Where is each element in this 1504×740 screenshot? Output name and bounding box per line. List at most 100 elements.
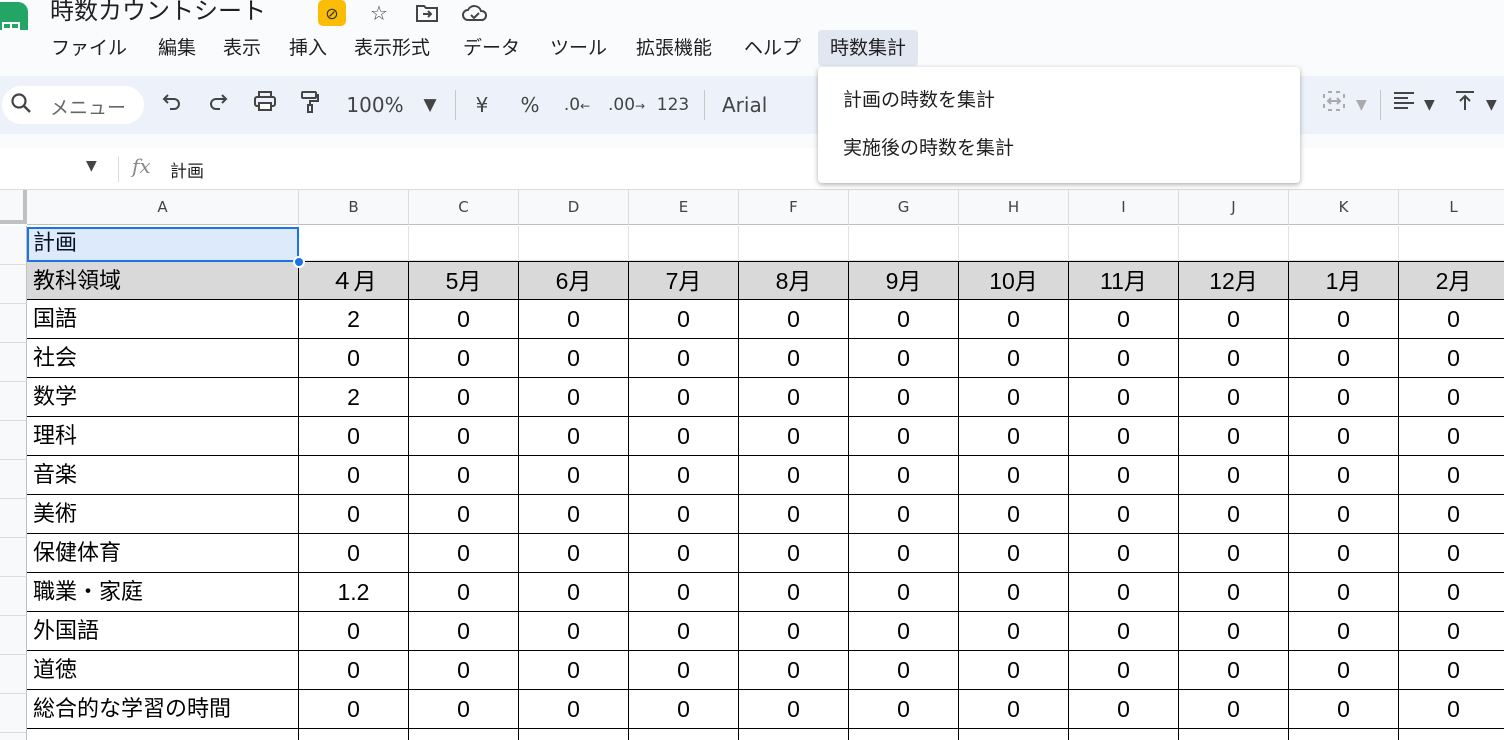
value-cell[interactable]: 0 — [629, 495, 739, 534]
menu-search[interactable]: メニュー — [2, 86, 144, 124]
value-cell[interactable]: 0 — [959, 456, 1069, 495]
row-header[interactable] — [0, 616, 27, 655]
value-cell[interactable]: 0 — [959, 651, 1069, 690]
value-cell[interactable]: 0 — [519, 378, 629, 417]
column-header-c[interactable]: C — [409, 190, 519, 225]
value-cell[interactable]: 0 — [629, 573, 739, 612]
value-cell[interactable]: 0 — [849, 456, 959, 495]
menu-edit[interactable]: 編集 — [152, 30, 202, 66]
value-cell[interactable]: 0 — [519, 573, 629, 612]
value-cell[interactable]: 0 — [849, 573, 959, 612]
value-cell[interactable]: 0 — [519, 339, 629, 378]
value-cell[interactable]: 0 — [409, 378, 519, 417]
subject-cell[interactable]: 美術 — [27, 495, 299, 534]
align-chevron-down-icon[interactable]: ▼ — [1424, 90, 1435, 120]
value-cell[interactable]: 0 — [1069, 300, 1179, 339]
row-header[interactable] — [0, 265, 27, 304]
value-cell[interactable]: 0 — [739, 495, 849, 534]
column-header-i[interactable]: I — [1069, 190, 1179, 225]
fill-handle[interactable] — [293, 256, 305, 268]
column-header-a[interactable]: A — [27, 190, 299, 225]
value-cell[interactable]: 1.2 — [299, 573, 409, 612]
value-cell[interactable]: 0 — [299, 495, 409, 534]
name-box-chevron-down-icon[interactable]: ▼ — [86, 158, 97, 174]
value-cell[interactable]: 0 — [299, 456, 409, 495]
value-cell[interactable]: 0 — [739, 612, 849, 651]
partial-row-cell[interactable] — [519, 729, 629, 740]
value-cell[interactable]: 0 — [629, 651, 739, 690]
value-cell[interactable]: 0 — [1179, 456, 1289, 495]
value-cell[interactable]: 0 — [629, 300, 739, 339]
subject-cell[interactable]: 総合的な学習の時間 — [27, 690, 299, 729]
value-cell[interactable]: 0 — [1399, 495, 1504, 534]
value-cell[interactable]: 0 — [519, 417, 629, 456]
value-cell[interactable]: 0 — [959, 690, 1069, 729]
value-cell[interactable]: 0 — [849, 378, 959, 417]
column-header-d[interactable]: D — [519, 190, 629, 225]
partial-row-cell[interactable] — [959, 729, 1069, 740]
row-header[interactable] — [0, 577, 27, 616]
value-cell[interactable]: 0 — [849, 651, 959, 690]
value-cell[interactable]: 0 — [1399, 612, 1504, 651]
zoom-select[interactable]: 100% — [344, 90, 406, 120]
partial-row-cell[interactable] — [849, 729, 959, 740]
value-cell[interactable]: 2 — [299, 300, 409, 339]
cell-empty[interactable] — [959, 226, 1069, 261]
partial-row-cell[interactable] — [1289, 729, 1399, 740]
header-cell[interactable]: 6月 — [519, 261, 629, 300]
value-cell[interactable]: 0 — [739, 690, 849, 729]
cloud-off-badge-icon[interactable]: ⊘ — [318, 0, 346, 26]
value-cell[interactable]: 0 — [1289, 651, 1399, 690]
value-cell[interactable]: 0 — [409, 573, 519, 612]
value-cell[interactable]: 0 — [409, 417, 519, 456]
cell-empty[interactable] — [1289, 226, 1399, 261]
column-header-b[interactable]: B — [299, 190, 409, 225]
value-cell[interactable]: 0 — [1179, 378, 1289, 417]
value-cell[interactable]: 0 — [1399, 456, 1504, 495]
menu-file[interactable]: ファイル — [45, 30, 133, 66]
value-cell[interactable]: 0 — [409, 339, 519, 378]
vertical-align-icon[interactable] — [1454, 90, 1476, 120]
value-cell[interactable]: 0 — [1179, 495, 1289, 534]
value-cell[interactable]: 0 — [1179, 339, 1289, 378]
header-cell[interactable]: 2月 — [1399, 261, 1504, 300]
subject-cell[interactable]: 職業・家庭 — [27, 573, 299, 612]
document-title[interactable]: 時数カウントシート — [50, 0, 266, 26]
value-cell[interactable]: 0 — [519, 456, 629, 495]
value-cell[interactable]: 0 — [409, 612, 519, 651]
value-cell[interactable]: 0 — [1069, 495, 1179, 534]
value-cell[interactable]: 0 — [299, 339, 409, 378]
value-cell[interactable]: 0 — [519, 534, 629, 573]
value-cell[interactable]: 0 — [409, 456, 519, 495]
value-cell[interactable]: 0 — [959, 417, 1069, 456]
value-cell[interactable]: 0 — [849, 612, 959, 651]
value-cell[interactable]: 0 — [959, 339, 1069, 378]
value-cell[interactable]: 0 — [849, 690, 959, 729]
value-cell[interactable]: 0 — [739, 456, 849, 495]
value-cell[interactable]: 0 — [959, 300, 1069, 339]
redo-icon[interactable] — [204, 90, 232, 120]
menu-insert[interactable]: 挿入 — [283, 30, 333, 66]
row-header[interactable] — [0, 733, 27, 740]
value-cell[interactable]: 0 — [1289, 573, 1399, 612]
column-header-l[interactable]: L — [1399, 190, 1504, 225]
partial-row-cell[interactable] — [27, 729, 299, 740]
value-cell[interactable]: 0 — [1179, 690, 1289, 729]
partial-row-cell[interactable] — [1179, 729, 1289, 740]
value-cell[interactable]: 0 — [1069, 378, 1179, 417]
value-cell[interactable]: 0 — [629, 417, 739, 456]
column-header-g[interactable]: G — [849, 190, 959, 225]
value-cell[interactable]: 0 — [739, 573, 849, 612]
column-header-j[interactable]: J — [1179, 190, 1289, 225]
value-cell[interactable]: 0 — [849, 534, 959, 573]
value-cell[interactable]: 0 — [1069, 612, 1179, 651]
value-cell[interactable]: 0 — [629, 690, 739, 729]
value-cell[interactable]: 0 — [1289, 690, 1399, 729]
value-cell[interactable]: 0 — [1289, 300, 1399, 339]
subject-cell[interactable]: 道徳 — [27, 651, 299, 690]
value-cell[interactable]: 0 — [1069, 573, 1179, 612]
partial-row-cell[interactable] — [739, 729, 849, 740]
row-header[interactable] — [0, 421, 27, 460]
value-cell[interactable]: 0 — [1179, 612, 1289, 651]
subject-cell[interactable]: 音楽 — [27, 456, 299, 495]
